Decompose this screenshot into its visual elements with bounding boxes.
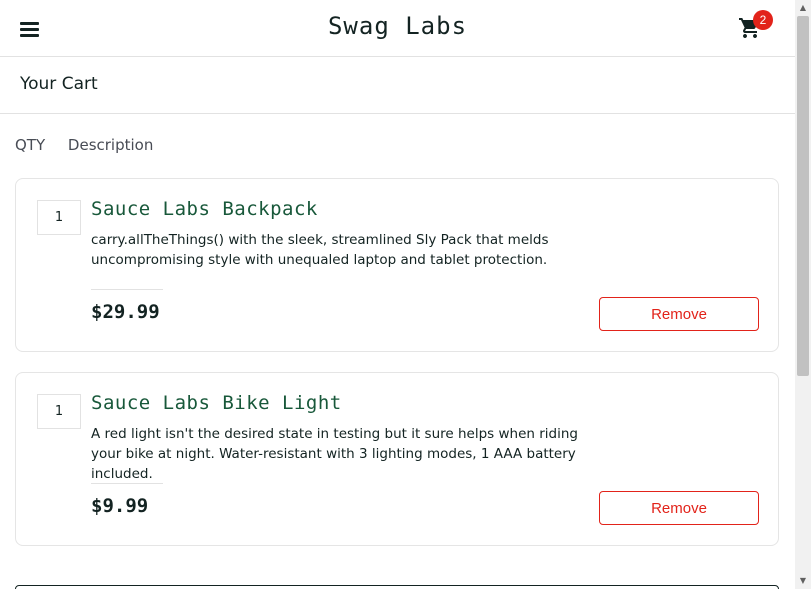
page-title: Your Cart (20, 74, 98, 94)
price-divider (91, 483, 163, 484)
primary-header: Swag Labs 2 (0, 0, 795, 57)
content-area: Swag Labs 2 Your Cart QTY Description 1 … (0, 0, 795, 589)
description-label: Description (67, 136, 154, 154)
item-name-link[interactable]: Sauce Labs Bike Light (91, 392, 342, 414)
secondary-header: Your Cart (0, 57, 795, 114)
item-description: carry.allTheThings() with the sleek, str… (91, 232, 549, 268)
app-logo: Swag Labs (327, 12, 468, 40)
scroll-down-arrow-icon[interactable]: ▼ (795, 573, 811, 589)
cart-column-labels: QTY Description (15, 136, 153, 154)
item-description: A red light isn't the desired state in t… (91, 426, 578, 482)
continue-shopping-button-edge[interactable] (15, 585, 779, 589)
cart-badge: 2 (753, 10, 773, 30)
vertical-scrollbar[interactable]: ▲ ▼ (795, 0, 811, 589)
cart-item: 1 Sauce Labs Bike Light A red light isn'… (15, 372, 779, 546)
price-divider (91, 289, 163, 290)
scroll-up-arrow-icon[interactable]: ▲ (795, 0, 811, 16)
item-price: $9.99 (91, 495, 149, 517)
shopping-cart-link[interactable]: 2 (737, 10, 773, 42)
item-price: $29.99 (91, 301, 160, 323)
item-name-link[interactable]: Sauce Labs Backpack (91, 198, 318, 220)
scroll-thumb[interactable] (797, 16, 809, 376)
cart-item: 1 Sauce Labs Backpack carry.allTheThings… (15, 178, 779, 352)
item-quantity: 1 (37, 394, 81, 429)
remove-button[interactable]: Remove (599, 297, 759, 331)
item-quantity: 1 (37, 200, 81, 235)
qty-label: QTY (15, 136, 46, 154)
page: Swag Labs 2 Your Cart QTY Description 1 … (0, 0, 811, 589)
remove-button[interactable]: Remove (599, 491, 759, 525)
